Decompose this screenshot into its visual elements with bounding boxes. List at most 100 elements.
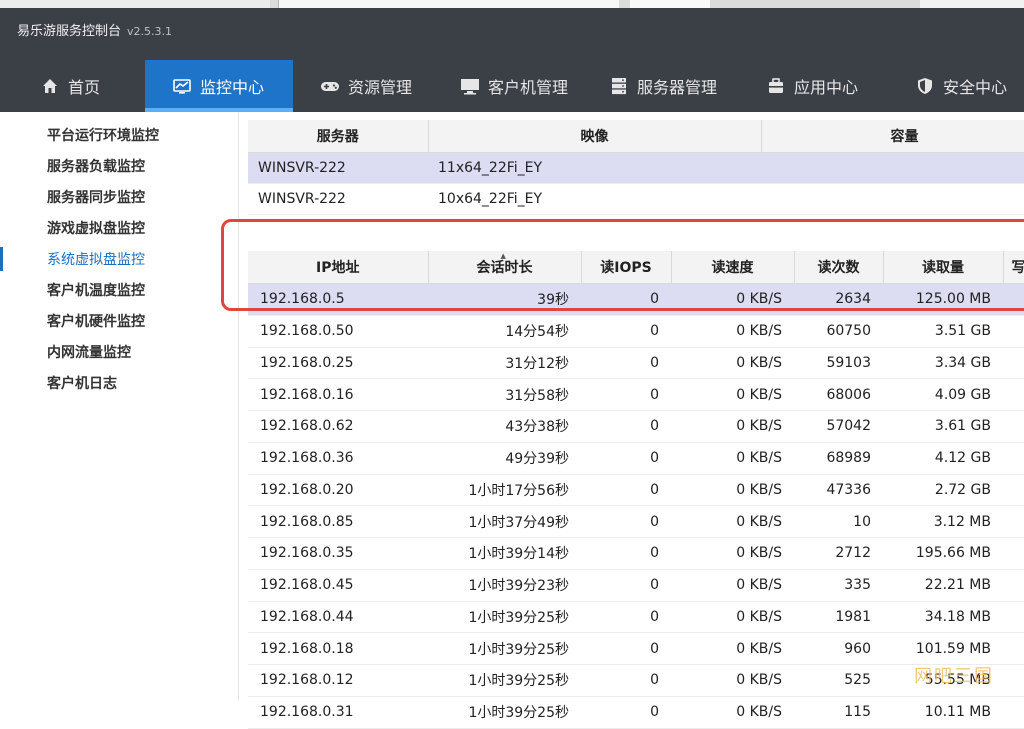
read-speed: 0 KB/S <box>671 569 794 602</box>
table-row[interactable]: 192.168.0.44 1小时39分25秒 0 0 KB/S 1981 34.18 MB <box>248 601 1024 634</box>
sidebar-item-server-load[interactable]: 服务器负载监控 <box>47 156 145 176</box>
column-header-server[interactable]: 服务器 <box>248 120 429 153</box>
tab-monitor-center[interactable]: 监控中心 <box>145 60 293 112</box>
read-amount: 10.11 MB <box>883 696 1003 729</box>
read-speed: 0 KB/S <box>671 442 794 475</box>
read-speed: 0 KB/S <box>671 347 794 380</box>
read-iops: 0 <box>581 664 671 697</box>
ip-address: 192.168.0.36 <box>248 442 428 475</box>
read-speed: 0 KB/S <box>671 505 794 538</box>
table-row[interactable]: 192.168.0.35 1小时39分14秒 0 0 KB/S 2712 195.66 M… <box>248 537 1024 570</box>
session-duration: 1小时39分25秒 <box>428 632 581 665</box>
table-row[interactable]: 192.168.0.16 31分58秒 0 0 KB/S 68006 4.09 GB <box>248 378 1024 411</box>
read-amount: 195.66 MB <box>883 537 1003 570</box>
ip-address: 192.168.0.25 <box>248 347 428 380</box>
image-name: 10x64_22Fi_EY <box>428 183 761 215</box>
write-cell <box>1003 505 1024 538</box>
watermark-text: 网吧三国 <box>914 666 994 687</box>
tab-security-center[interactable]: 安全中心 <box>915 60 1007 112</box>
table-row[interactable]: 192.168.0.31 1小时39分25秒 0 0 KB/S 115 10.11 MB <box>248 696 1024 729</box>
app-title: 易乐游服务控制台 v2.5.3.1 <box>17 20 172 39</box>
table-row[interactable]: 192.168.0.25 31分12秒 0 0 KB/S 59103 3.34 GB <box>248 347 1024 380</box>
column-header-ip[interactable]: IP地址 <box>248 251 429 284</box>
sort-ascending-icon: ▲ <box>500 252 506 260</box>
table-row[interactable]: 192.168.0.20 1小时17分56秒 0 0 KB/S 47336 2.72 GB <box>248 474 1024 507</box>
table-row[interactable]: 192.168.0.50 14分54秒 0 0 KB/S 60750 3.51 GB <box>248 315 1024 348</box>
ip-address: 192.168.0.62 <box>248 410 428 443</box>
sidebar-item-lan-traffic[interactable]: 内网流量监控 <box>47 342 131 362</box>
read-amount: 3.51 GB <box>883 315 1003 348</box>
read-iops: 0 <box>581 410 671 443</box>
tab-home-label: 首页 <box>68 78 101 97</box>
table-row[interactable]: WINSVR-222 10x64_22Fi_EY <box>248 183 1024 215</box>
table-row[interactable]: WINSVR-222 11x64_22Fi_EY <box>248 152 1024 184</box>
table-row[interactable]: 192.168.0.45 1小时39分23秒 0 0 KB/S 335 22.21 MB <box>248 569 1024 602</box>
read-count: 2634 <box>794 283 883 316</box>
sessions-header-row: IP地址 ▲ 会话时长 读IOPS 读速度 读次数 读取量 写 <box>248 251 1024 284</box>
column-header-read-iops[interactable]: 读IOPS <box>581 251 672 284</box>
capacity <box>761 183 1024 215</box>
sidebar-item-game-vdisk[interactable]: 游戏虚拟盘监控 <box>47 218 145 238</box>
read-count: 60750 <box>794 315 883 348</box>
sidebar-item-client-hardware[interactable]: 客户机硬件监控 <box>47 311 145 331</box>
column-header-capacity[interactable]: 容量 <box>761 120 1024 153</box>
read-speed: 0 KB/S <box>671 378 794 411</box>
tab-server-management-label: 服务器管理 <box>637 78 718 97</box>
read-iops: 0 <box>581 696 671 729</box>
app-header: 易乐游服务控制台 v2.5.3.1 首页 监控中心 资源管理 客户机管理 服务器管… <box>0 8 1024 112</box>
table-row[interactable]: 192.168.0.12 1小时39分25秒 0 0 KB/S 525 55.55 MB <box>248 664 1024 697</box>
ip-address: 192.168.0.45 <box>248 569 428 602</box>
sidebar-item-server-sync[interactable]: 服务器同步监控 <box>47 187 145 207</box>
column-header-read-count[interactable]: 读次数 <box>794 251 884 284</box>
write-cell <box>1003 347 1024 380</box>
capacity <box>761 152 1024 184</box>
read-iops: 0 <box>581 632 671 665</box>
tab-app-center[interactable]: 应用中心 <box>766 60 858 112</box>
sidebar-item-client-log[interactable]: 客户机日志 <box>47 373 117 393</box>
ip-address: 192.168.0.44 <box>248 601 428 634</box>
monitor-chart-icon <box>172 76 192 96</box>
servers-table: 服务器 映像 容量 WINSVR-222 11x64_22Fi_EY WINSV… <box>248 120 1024 215</box>
sidebar-active-indicator <box>0 247 3 271</box>
read-speed: 0 KB/S <box>671 474 794 507</box>
write-cell <box>1003 664 1024 697</box>
table-row[interactable]: 192.168.0.18 1小时39分25秒 0 0 KB/S 960 101.59 MB <box>248 632 1024 665</box>
server-name: WINSVR-222 <box>248 152 428 184</box>
read-amount: 3.12 MB <box>883 505 1003 538</box>
table-row[interactable]: 192.168.0.62 43分38秒 0 0 KB/S 57042 3.61 GB <box>248 410 1024 443</box>
ip-address: 192.168.0.18 <box>248 632 428 665</box>
read-count: 960 <box>794 632 883 665</box>
column-header-write[interactable]: 写 <box>1003 251 1024 284</box>
column-header-read-amount[interactable]: 读取量 <box>883 251 1004 284</box>
tab-server-management[interactable]: 服务器管理 <box>609 60 717 112</box>
read-amount: 34.18 MB <box>883 601 1003 634</box>
session-duration: 1小时39分25秒 <box>428 664 581 697</box>
read-iops: 0 <box>581 347 671 380</box>
write-cell <box>1003 410 1024 443</box>
read-count: 68006 <box>794 378 883 411</box>
column-header-duration-label: 会话时长 <box>476 260 533 276</box>
read-speed: 0 KB/S <box>671 601 794 634</box>
read-iops: 0 <box>581 315 671 348</box>
column-header-image[interactable]: 映像 <box>428 120 762 153</box>
column-header-duration[interactable]: ▲ 会话时长 <box>428 251 582 284</box>
read-iops: 0 <box>581 378 671 411</box>
session-duration: 1小时39分25秒 <box>428 696 581 729</box>
tab-home[interactable]: 首页 <box>40 60 100 112</box>
table-row[interactable]: 192.168.0.85 1小时37分49秒 0 0 KB/S 10 3.12 MB <box>248 505 1024 538</box>
tab-app-center-label: 应用中心 <box>794 78 859 97</box>
background-window-strip <box>0 0 1024 8</box>
read-amount: 4.12 GB <box>883 442 1003 475</box>
sidebar-item-system-vdisk[interactable]: 系统虚拟盘监控 <box>47 249 145 269</box>
table-row[interactable]: 192.168.0.5 39秒 0 0 KB/S 2634 125.00 MB <box>248 283 1024 316</box>
sidebar-item-platform-env[interactable]: 平台运行环境监控 <box>47 125 159 145</box>
ip-address: 192.168.0.35 <box>248 537 428 570</box>
tab-resource-management[interactable]: 资源管理 <box>320 60 412 112</box>
table-row[interactable]: 192.168.0.36 49分39秒 0 0 KB/S 68989 4.12 GB <box>248 442 1024 475</box>
read-count: 335 <box>794 569 883 602</box>
column-header-read-speed[interactable]: 读速度 <box>671 251 795 284</box>
write-cell <box>1003 696 1024 729</box>
write-cell <box>1003 569 1024 602</box>
sidebar-item-client-temp[interactable]: 客户机温度监控 <box>47 280 145 300</box>
tab-client-management[interactable]: 客户机管理 <box>460 60 568 112</box>
